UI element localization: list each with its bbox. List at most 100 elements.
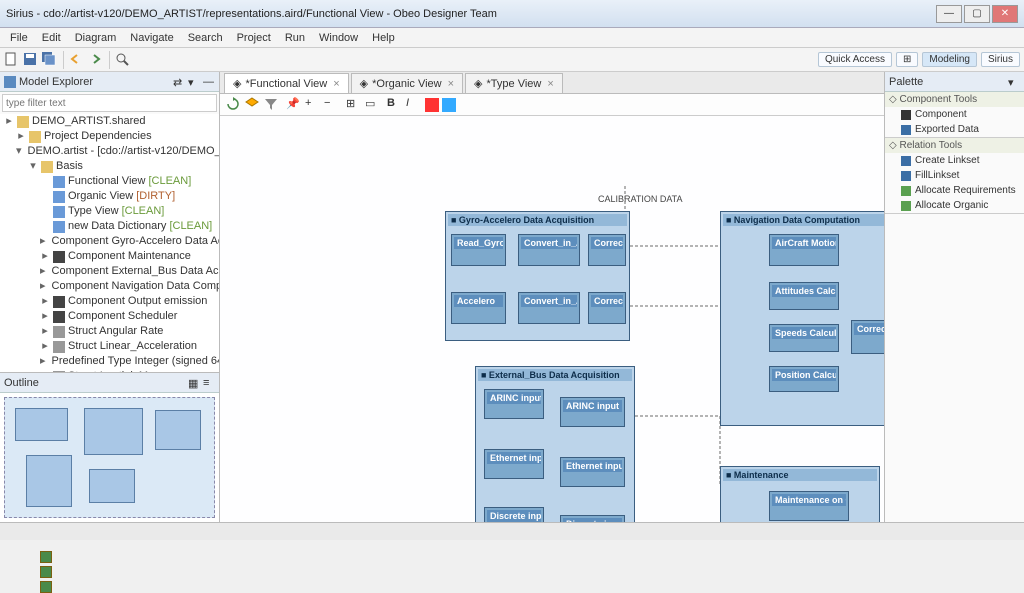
child-block[interactable]: ARINC input normalisation	[560, 397, 625, 427]
palette-item[interactable]: FillLinkset	[885, 168, 1024, 183]
save-all-icon[interactable]	[42, 52, 58, 68]
child-block[interactable]: ARINC input acquisition	[484, 389, 544, 419]
menu-window[interactable]: Window	[313, 30, 364, 46]
menu-file[interactable]: File	[4, 30, 34, 46]
tree-node[interactable]: ▸Project Dependencies	[0, 129, 219, 144]
child-block[interactable]: Discrete input normalisation	[560, 515, 625, 522]
tree-node[interactable]: Functional View [CLEAN]	[0, 174, 219, 189]
palette-item[interactable]: Exported Data	[885, 122, 1024, 137]
palette-item[interactable]: Component	[885, 107, 1024, 122]
outline-view-icon[interactable]: ▦	[188, 377, 200, 389]
fill-color-icon[interactable]	[442, 98, 456, 112]
pin-icon[interactable]: 📌	[286, 97, 302, 113]
view-menu-icon[interactable]: ▾	[188, 76, 200, 88]
tree-node[interactable]: Type View [CLEAN]	[0, 204, 219, 219]
zoom-icon[interactable]	[115, 52, 131, 68]
child-block[interactable]: Speeds Calculation	[769, 324, 839, 352]
menu-help[interactable]: Help	[366, 30, 401, 46]
tree-node[interactable]: ▸Component Navigation Data Computation	[0, 279, 219, 294]
child-block[interactable]: AirCraft Motion Detection	[769, 234, 839, 266]
undo-icon[interactable]	[69, 52, 85, 68]
zoom-out-icon[interactable]: −	[324, 97, 340, 113]
palette-item[interactable]: Allocate Organic	[885, 198, 1024, 213]
palette-item[interactable]: Create Linkset	[885, 153, 1024, 168]
close-tab-icon[interactable]: ×	[448, 78, 454, 90]
outline-thumbnail[interactable]	[0, 393, 219, 522]
child-title: Accelero	[454, 295, 503, 307]
font-color-icon[interactable]	[425, 98, 439, 112]
menu-edit[interactable]: Edit	[36, 30, 67, 46]
child-block[interactable]: Maintenance on Ground	[769, 491, 849, 521]
arrange-icon[interactable]: ⊞	[346, 97, 362, 113]
tree-node[interactable]: ▸Struct Angular Rate	[0, 324, 219, 339]
editor-tab[interactable]: ◈*Organic View×	[351, 73, 463, 93]
zoom-in-icon[interactable]: +	[305, 97, 321, 113]
close-button[interactable]: ✕	[992, 5, 1018, 23]
save-icon[interactable]	[23, 52, 39, 68]
menu-run[interactable]: Run	[279, 30, 311, 46]
palette-section-header[interactable]: ◇ Component Tools	[885, 92, 1024, 107]
component-block[interactable]: ■ Navigation Data ComputationAirCraft Mo…	[720, 211, 884, 426]
filter-icon[interactable]	[264, 97, 280, 113]
filter-input[interactable]	[2, 94, 217, 112]
child-block[interactable]: Attitudes Calculation	[769, 282, 839, 310]
tree-node[interactable]: ▸Component Output emission	[0, 294, 219, 309]
tree-node[interactable]: ▸Component Gyro-Accelero Data Acquisitio…	[0, 234, 219, 249]
open-perspective-icon[interactable]: ⊞	[896, 52, 918, 67]
menu-diagram[interactable]: Diagram	[69, 30, 123, 46]
child-block[interactable]: Read_Gyro_Data	[451, 234, 506, 266]
refresh-icon[interactable]	[226, 97, 242, 113]
child-block[interactable]: Ethernet input normalisation	[560, 457, 625, 487]
palette-section-header[interactable]: ◇ Relation Tools	[885, 138, 1024, 153]
child-block[interactable]: Correct_Bias_Effects	[588, 234, 626, 266]
new-icon[interactable]	[4, 52, 20, 68]
link-editor-icon[interactable]: ⇄	[173, 76, 185, 88]
child-block[interactable]: Convert_in_Angular_Rates	[518, 234, 580, 266]
palette-item[interactable]: Allocate Requirements	[885, 183, 1024, 198]
menu-navigate[interactable]: Navigate	[124, 30, 179, 46]
close-tab-icon[interactable]: ×	[333, 78, 339, 90]
perspective-sirius[interactable]: Sirius	[981, 52, 1020, 67]
component-block[interactable]: ■ Gyro-Accelero Data AcquisitionRead_Gyr…	[445, 211, 630, 341]
component-block[interactable]: ■ MaintenanceMaintenance on GroundMainte…	[720, 466, 880, 522]
minimize-panel-icon[interactable]: —	[203, 76, 215, 88]
perspective-modeling[interactable]: Modeling	[922, 52, 977, 67]
tree-node[interactable]: ▸Component Scheduler	[0, 309, 219, 324]
editor-tab[interactable]: ◈*Functional View×	[224, 73, 349, 93]
child-block[interactable]: Ethernet input acquisition	[484, 449, 544, 479]
italic-icon[interactable]: I	[406, 97, 422, 113]
tree-node[interactable]: ▸Component Maintenance	[0, 249, 219, 264]
palette-menu-icon[interactable]: ▾	[1008, 76, 1020, 88]
tree-node[interactable]: ▾Basis	[0, 159, 219, 174]
outline-header: Outline ▦ ≡	[0, 373, 219, 393]
redo-icon[interactable]	[88, 52, 104, 68]
select-icon[interactable]: ▭	[365, 97, 381, 113]
child-block[interactable]: Position Calculation	[769, 366, 839, 392]
tree-node[interactable]: ▸DEMO_ARTIST.shared	[0, 114, 219, 129]
editor-tab[interactable]: ◈*Type View×	[465, 73, 563, 93]
quick-access-button[interactable]: Quick Access	[818, 52, 892, 67]
child-block[interactable]: Discrete input acquisition	[484, 507, 544, 522]
menu-search[interactable]: Search	[182, 30, 229, 46]
model-tree[interactable]: ▸DEMO_ARTIST.shared▸Project Dependencies…	[0, 114, 219, 372]
tree-node[interactable]: ▸Struct Linear_Acceleration	[0, 339, 219, 354]
menu-project[interactable]: Project	[231, 30, 277, 46]
maximize-button[interactable]: ▢	[964, 5, 990, 23]
tree-node[interactable]: ▸Component External_Bus Data Acquisition	[0, 264, 219, 279]
folder-icon	[17, 116, 29, 128]
tree-node[interactable]: new Data Dictionary [CLEAN]	[0, 219, 219, 234]
component-block[interactable]: ■ External_Bus Data AcquisitionARINC inp…	[475, 366, 635, 522]
close-tab-icon[interactable]: ×	[547, 78, 553, 90]
minimize-button[interactable]: —	[936, 5, 962, 23]
diagram-canvas[interactable]: CALIBRATION DATA MAINTENANCE FILER ■ Gyr…	[220, 116, 884, 522]
outline-tree-icon[interactable]: ≡	[203, 377, 215, 389]
tree-node[interactable]: ▸Predefined Type Integer (signed 64-bits…	[0, 354, 219, 369]
child-block[interactable]: Correction Algos + Filters	[851, 320, 884, 354]
bold-icon[interactable]: B	[387, 97, 403, 113]
child-block[interactable]: Accelero	[451, 292, 506, 324]
tree-node[interactable]: Organic View [DIRTY]	[0, 189, 219, 204]
tree-node[interactable]: ▾DEMO.artist - [cdo://artist-v120/DEMO_A…	[0, 144, 219, 159]
layers-icon[interactable]	[245, 97, 261, 113]
child-block[interactable]: Convert_in_Accelerations	[518, 292, 580, 324]
child-block[interactable]: Correct_Lever_Arm_Effects	[588, 292, 626, 324]
